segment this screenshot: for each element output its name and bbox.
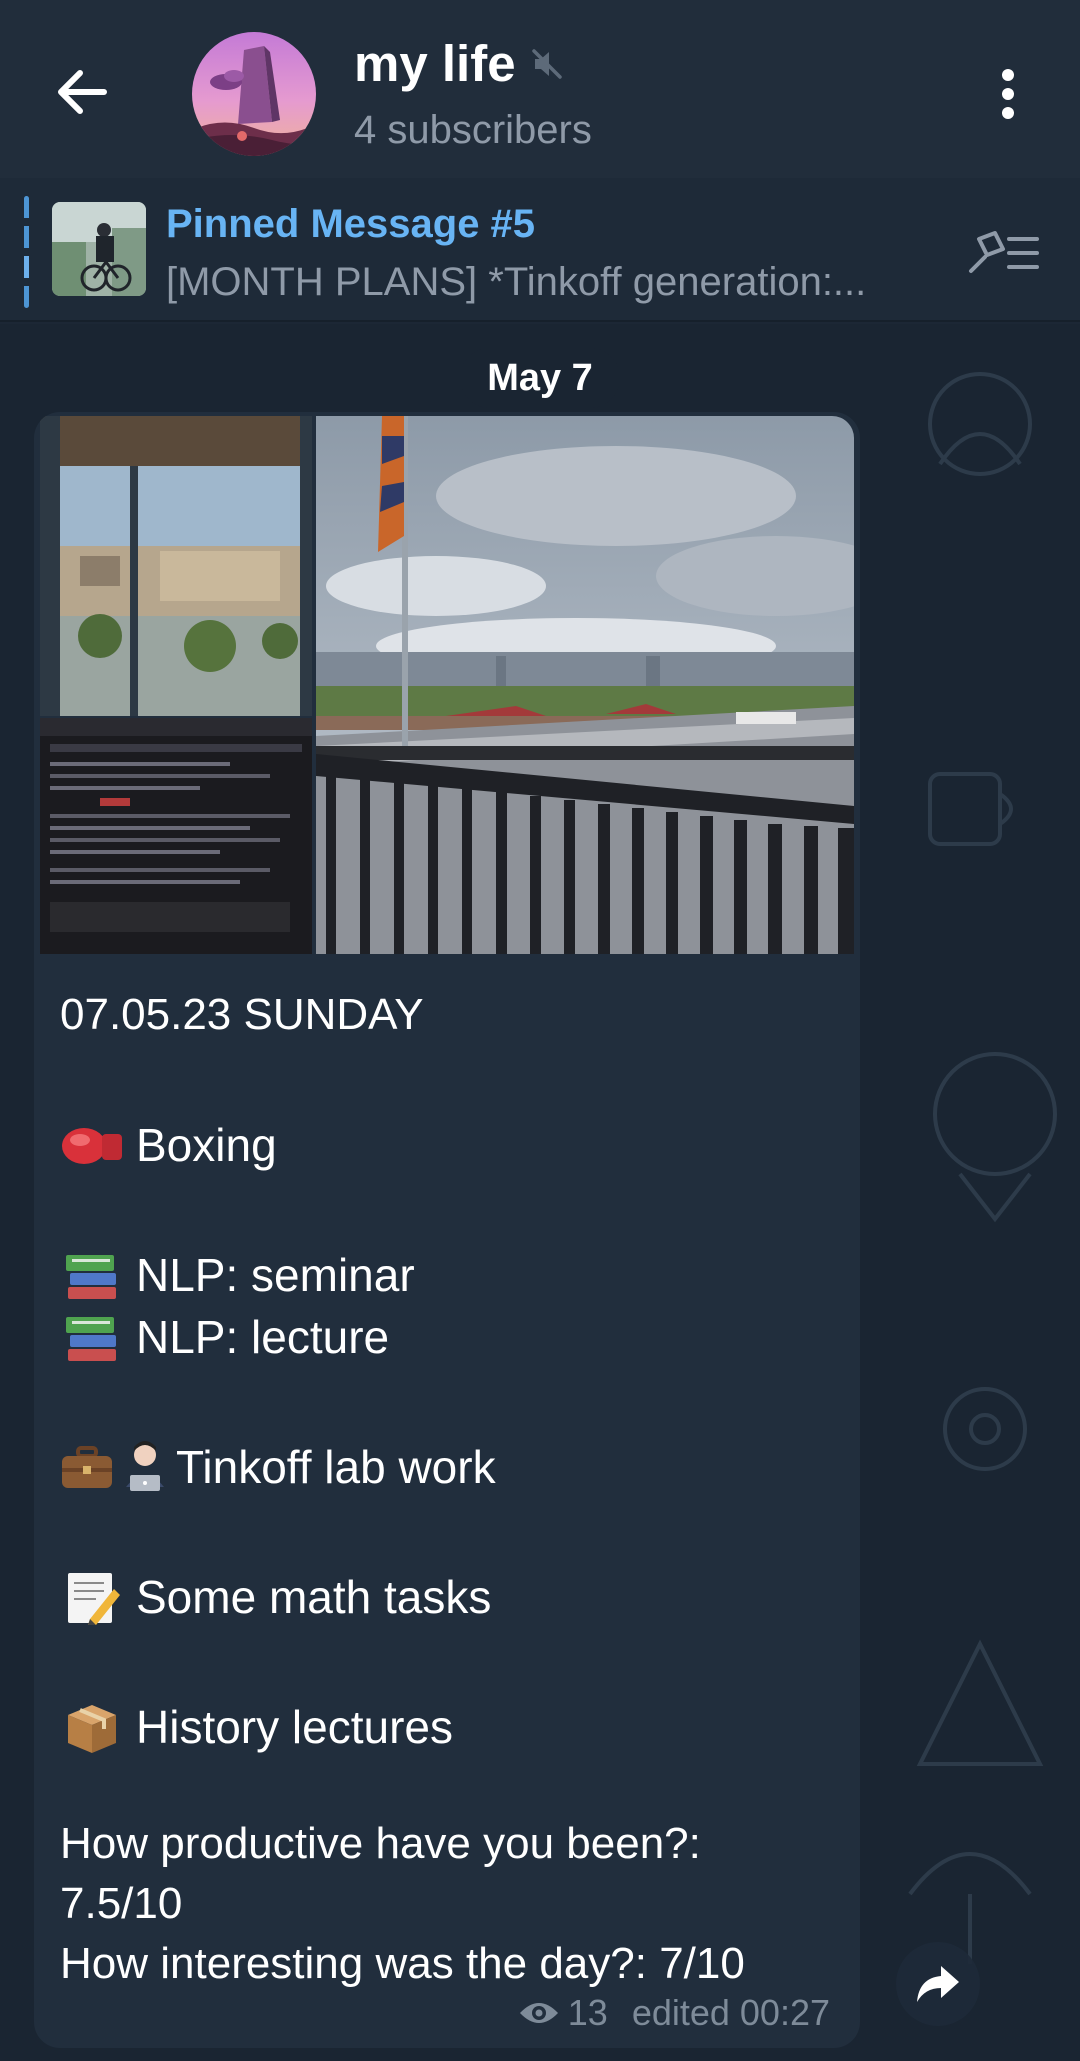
channel-title: my life — [354, 35, 516, 92]
photo-laptop-screen[interactable] — [40, 718, 312, 954]
pinned-preview-text: [MONTH PLANS] *Tinkoff generation:... — [166, 260, 867, 304]
productivity-question: How productive have you been?: — [60, 1819, 701, 1868]
photo-river-embankment[interactable] — [316, 416, 854, 954]
interest-question: How interesting was the day?: 7/10 — [60, 1939, 745, 1988]
list-item-label: NLP: seminar — [136, 1249, 415, 1301]
subscriber-count: 4 subscribers — [354, 108, 592, 152]
list-item-label: Tinkoff lab work — [176, 1441, 496, 1493]
list-item: Tinkoff lab work — [60, 1436, 840, 1498]
list-item-label: Some math tasks — [136, 1571, 492, 1623]
message-meta: 13 edited 00:27 — [518, 1992, 830, 2034]
top-bar: my life 4 subscribers — [0, 0, 1080, 178]
pin-list-icon — [969, 231, 1039, 273]
message-text: 07.05.23 SUNDAY Boxing NLP: seminar NLP:… — [60, 984, 840, 1994]
arrow-left-icon — [58, 70, 107, 114]
list-item: NLP: lecture — [60, 1306, 840, 1368]
technologist-icon — [118, 1439, 172, 1495]
list-item: Boxing — [60, 1114, 840, 1176]
edited-timestamp: edited 00:27 — [631, 1992, 830, 2033]
briefcase-icon — [60, 1439, 114, 1495]
list-item: NLP: seminar — [60, 1244, 840, 1306]
productivity-answer: 7.5/10 — [60, 1879, 183, 1928]
channel-avatar[interactable] — [192, 32, 316, 156]
list-item-label: History lectures — [136, 1701, 453, 1753]
channel-title-row[interactable]: my life — [354, 34, 564, 93]
share-button[interactable] — [896, 1942, 980, 2026]
back-button[interactable] — [42, 52, 122, 132]
pinned-title: Pinned Message #5 — [166, 202, 536, 246]
list-item-label: Boxing — [136, 1119, 277, 1171]
pinned-thumbnail — [52, 202, 146, 296]
telegram-channel-screen: my life 4 subscribers Pinned Message #5 … — [0, 0, 1080, 2061]
memo-icon — [60, 1569, 124, 1625]
photo-window-view[interactable] — [40, 416, 312, 716]
pinned-message-bar[interactable]: Pinned Message #5 [MONTH PLANS] *Tinkoff… — [0, 178, 1080, 322]
package-icon — [60, 1699, 124, 1755]
eye-icon — [519, 2003, 558, 2023]
pinned-list-button[interactable] — [962, 220, 1044, 286]
view-count: 13 — [567, 1992, 608, 2033]
more-vertical-icon — [1002, 69, 1014, 119]
list-item-label: NLP: lecture — [136, 1311, 390, 1363]
message-bubble[interactable]: 07.05.23 SUNDAY Boxing NLP: seminar NLP:… — [34, 412, 860, 2048]
books-icon — [60, 1309, 124, 1365]
message-heading: 07.05.23 SUNDAY — [60, 990, 424, 1039]
boxing-glove-icon — [60, 1117, 124, 1173]
list-item: History lectures — [60, 1696, 840, 1758]
pinned-position-indicator — [24, 196, 29, 308]
more-options-button[interactable] — [978, 52, 1038, 136]
list-item: Some math tasks — [60, 1566, 840, 1628]
date-separator: May 7 — [460, 348, 620, 408]
muted-speaker-icon — [530, 47, 564, 81]
share-arrow-icon — [917, 1966, 959, 2002]
books-icon — [60, 1247, 124, 1303]
